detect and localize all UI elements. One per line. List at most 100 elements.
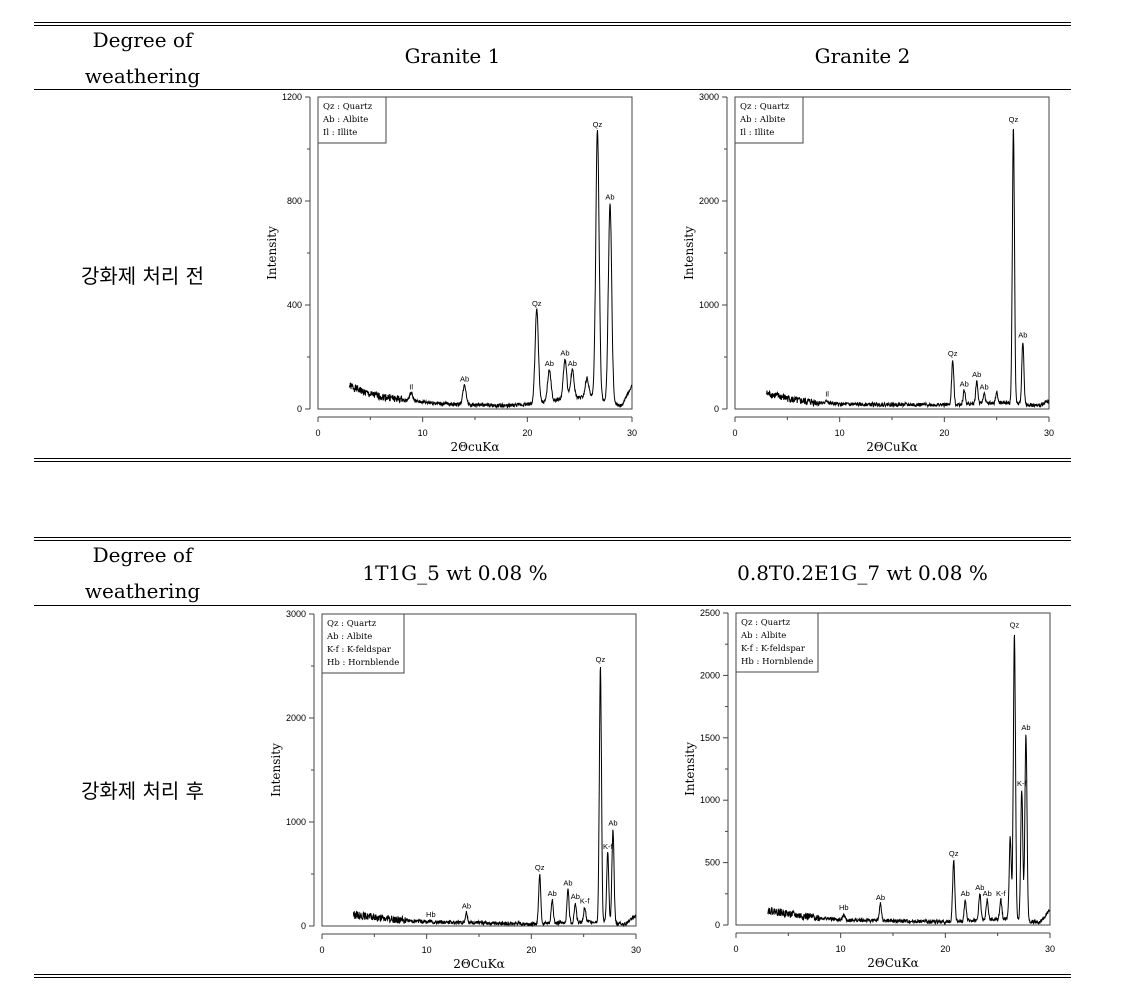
legend-entry: K-f : K-feldspar <box>327 645 392 655</box>
plot-frame <box>317 96 633 410</box>
x-tick-label: 0 <box>733 944 738 954</box>
y-tick-label: 0 <box>714 404 719 414</box>
x-tick-label: 30 <box>1044 428 1054 438</box>
y-tick-label: 2000 <box>700 670 720 680</box>
xrd-chart-granite-2: 0 10 20 30 0 1000 2000 3000 2ΘCuKα Intensity Qz : … <box>677 90 1077 464</box>
peak-label: K-f <box>996 889 1007 898</box>
y-tick-label: 1000 <box>286 817 306 827</box>
legend-entry: Qz : Quartz <box>741 618 791 628</box>
legend-entry: Ab : Albite <box>740 631 786 641</box>
table1-row-header: Degree of weathering <box>84 28 201 88</box>
legend-entry: Il : Illite <box>323 128 357 138</box>
y-axis-label: Intensity <box>683 742 697 796</box>
xrd-chart-1t1g: 0 10 20 30 0 1000 2000 3000 2ΘCuKα Intensity Qz : … <box>264 607 664 981</box>
peak-label: Qz <box>1010 621 1020 630</box>
y-tick-label: 1000 <box>700 795 720 805</box>
peak-label: Ab <box>568 359 577 368</box>
y-axis-label: Intensity <box>682 226 696 280</box>
plot-frame <box>734 96 1050 410</box>
peak-label: Ab <box>980 382 989 391</box>
legend-entry: Ab : Albite <box>326 632 372 642</box>
table1-row-label: 강화제 처리 전 <box>80 264 205 288</box>
legend-entry: Qz : Quartz <box>327 619 377 629</box>
peak-label: Qz <box>948 349 958 358</box>
peak-label: Qz <box>1009 115 1019 124</box>
peak-label: Ab <box>983 889 992 898</box>
peak-label: Ab <box>876 893 885 902</box>
legend-entry: Il : Illite <box>740 128 774 138</box>
xrd-pattern-line <box>348 129 633 409</box>
x-tick-label: 10 <box>422 945 432 955</box>
peak-label: Qz <box>596 655 606 664</box>
peak-label: Hb <box>839 903 849 912</box>
peak-label: Ab <box>462 901 471 910</box>
y-tick-label: 500 <box>705 858 720 868</box>
x-tick-label: 0 <box>732 428 737 438</box>
peak-label: Ab <box>545 359 554 368</box>
xrd-pattern-line <box>765 128 1049 409</box>
y-tick-label: 2000 <box>699 196 719 206</box>
y-tick-label: 3000 <box>286 609 306 619</box>
x-axis-label: 2ΘCuKα <box>867 956 918 970</box>
legend-entry: Qz : Quartz <box>323 102 373 112</box>
y-tick-label: 2000 <box>286 713 306 723</box>
y-tick-label: 1200 <box>282 92 302 102</box>
peak-label: Ab <box>960 379 969 388</box>
peak-label: Ab <box>608 818 617 827</box>
peak-label: Qz <box>593 120 603 129</box>
legend-entry: K-f : K-feldspar <box>741 644 806 654</box>
peak-label: Qz <box>532 299 542 308</box>
xrd-pattern-line <box>352 666 637 928</box>
x-tick-label: 20 <box>526 945 536 955</box>
peak-label: Ab <box>571 892 580 901</box>
x-tick-label: 20 <box>939 428 949 438</box>
table2-col-header-1: 1T1G_5 wt 0.08 % <box>362 561 548 585</box>
table2-col-header-2: 0.8T0.2E1G_7 wt 0.08 % <box>737 561 988 585</box>
table1-col-header-1: Granite 1 <box>404 44 501 68</box>
peak-label: Il <box>825 390 829 399</box>
x-axis-label: 2ΘcuKα <box>451 440 500 454</box>
peak-label: Ab <box>460 375 469 384</box>
x-axis-label: 2ΘCuKα <box>866 440 917 454</box>
xrd-pattern-line <box>767 634 1051 926</box>
peak-label: Ab <box>1021 723 1030 732</box>
peak-label: Ab <box>560 349 569 358</box>
peak-label: Ab <box>548 889 557 898</box>
peak-label: Ab <box>961 889 970 898</box>
peak-label: Ab <box>605 193 614 202</box>
y-tick-label: 400 <box>287 300 302 310</box>
x-tick-label: 30 <box>1045 944 1055 954</box>
legend-entry: Ab : Albite <box>739 115 785 125</box>
y-tick-label: 0 <box>715 920 720 930</box>
x-tick-label: 0 <box>319 945 324 955</box>
peak-label: K-f <box>1017 779 1028 788</box>
x-tick-label: 10 <box>835 428 845 438</box>
peak-label: Qz <box>535 863 545 872</box>
peak-label: Ab <box>972 370 981 379</box>
xrd-chart-0.8t0.2e1g: 0 10 20 30 0 500 1000 1500 2000 2500 2ΘCuKα Intensi… <box>678 606 1078 980</box>
peak-label: Hb <box>426 910 436 919</box>
peak-label: K-f <box>603 842 614 851</box>
legend-entry: Hb : Hornblende <box>327 658 399 668</box>
x-tick-label: 20 <box>940 944 950 954</box>
peak-label: Ab <box>563 879 572 888</box>
x-tick-label: 10 <box>836 944 846 954</box>
y-tick-label: 2500 <box>700 608 720 618</box>
table2-row-header: Degree of weathering <box>84 543 201 603</box>
legend-entry: Hb : Hornblende <box>741 657 813 667</box>
peak-label: Qz <box>949 849 959 858</box>
y-tick-label: 0 <box>297 404 302 414</box>
x-tick-label: 0 <box>315 428 320 438</box>
x-tick-label: 20 <box>522 428 532 438</box>
legend-entry: Ab : Albite <box>322 115 368 125</box>
table2-row-label: 강화제 처리 후 <box>80 779 205 803</box>
y-tick-label: 0 <box>301 921 306 931</box>
peak-label: K-f <box>580 896 591 905</box>
peak-label: Il <box>409 382 413 391</box>
table1-col-header-2: Granite 2 <box>814 44 911 68</box>
xrd-chart-granite-1: 0 10 20 30 0 400 800 1200 2ΘcuKα Intensity Qz : Qu… <box>260 90 660 464</box>
y-tick-label: 3000 <box>699 92 719 102</box>
peak-label: Ab <box>1018 330 1027 339</box>
y-tick-label: 1500 <box>700 733 720 743</box>
y-tick-label: 800 <box>287 196 302 206</box>
